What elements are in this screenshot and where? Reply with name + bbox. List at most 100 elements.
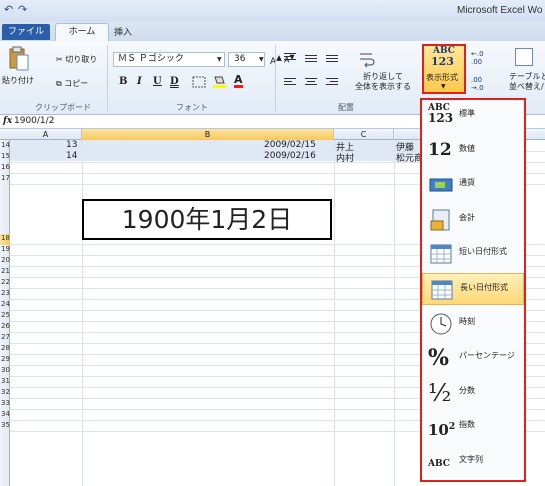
menu-item-short-date[interactable]: 短い日付形式	[422, 238, 524, 270]
exponent-glyph: 2	[448, 422, 456, 432]
row-header-26[interactable]: 26	[0, 322, 10, 330]
font-name-select[interactable]: ＭＳ Ｐゴシック	[113, 52, 225, 67]
group-separator	[275, 45, 276, 111]
digits-glyph: 123	[428, 111, 454, 125]
wrap-text-button[interactable]: 折り返して 全体を表示する	[355, 72, 411, 92]
font-color-icon[interactable]: A	[234, 74, 243, 88]
menu-item-percent[interactable]: % パーセンテージ	[422, 342, 524, 374]
font-group-label: フォント	[176, 103, 208, 112]
menu-item-label: 数値	[459, 144, 475, 153]
menu-item-general-format[interactable]: ABC 123 標準	[422, 100, 524, 132]
cell-a15[interactable]: 14	[66, 151, 77, 161]
tab-insert[interactable]: 挿入	[114, 25, 132, 38]
menu-item-label: 標準	[459, 109, 475, 118]
italic-button[interactable]: I	[137, 76, 142, 87]
row-header-31[interactable]: 31	[0, 377, 10, 385]
chevron-down-icon: ▼	[441, 83, 446, 90]
menu-item-label: 文字列	[459, 455, 483, 464]
row-header-22[interactable]: 22	[0, 278, 10, 286]
number-format-icon: 12	[428, 138, 454, 164]
align-left-icon[interactable]	[284, 78, 296, 88]
digits-glyph: 12	[428, 140, 452, 160]
menu-item-accounting-format[interactable]: 会計	[422, 204, 524, 236]
fraction-glyph: ½	[428, 379, 452, 407]
bold-button[interactable]: B	[119, 76, 127, 87]
column-header-b[interactable]: B	[82, 129, 334, 140]
table-icon[interactable]	[515, 48, 533, 66]
fill-color-icon[interactable]	[212, 75, 228, 89]
formula-input[interactable]: 1900/1/2	[14, 116, 54, 126]
table-label-line1: テーブルと	[509, 72, 545, 81]
paste-icon[interactable]	[8, 46, 30, 72]
row-header-27[interactable]: 27	[0, 333, 10, 341]
selected-cell-b18[interactable]: 1900年1月2日	[82, 199, 332, 240]
row-header-15[interactable]: 15	[0, 152, 10, 160]
row-header-33[interactable]: 33	[0, 399, 10, 407]
base-glyph: 10	[428, 421, 449, 439]
menu-item-currency-format[interactable]: 通貨	[422, 169, 524, 201]
tab-home[interactable]: ホーム	[55, 23, 109, 42]
row-header-19[interactable]: 19	[0, 245, 10, 253]
align-top-icon[interactable]	[284, 53, 296, 63]
number-format-label: 表示形式	[426, 73, 458, 82]
menu-item-text-format[interactable]: ABC 文字列	[422, 446, 524, 478]
row-header-17[interactable]: 17	[0, 174, 10, 182]
number-format-123-text: 123	[431, 55, 454, 68]
column-header-a[interactable]: A	[10, 129, 82, 140]
cell-a14[interactable]: 13	[66, 140, 77, 150]
menu-item-long-date[interactable]: 長い日付形式	[422, 273, 524, 305]
chevron-down-icon[interactable]: ▼	[259, 52, 264, 67]
menu-item-label: 通貨	[459, 178, 475, 187]
increase-decimal-icon[interactable]: ←.0.00	[471, 50, 484, 66]
wrap-text-icon[interactable]	[358, 50, 376, 68]
align-right-icon[interactable]	[326, 78, 338, 88]
row-header-20[interactable]: 20	[0, 256, 10, 264]
row-header-21[interactable]: 21	[0, 267, 10, 275]
menu-item-scientific[interactable]: 102 指数	[422, 411, 524, 443]
row-header-32[interactable]: 32	[0, 388, 10, 396]
row-header-29[interactable]: 29	[0, 355, 10, 363]
app-title: Microsoft Excel Wo	[457, 5, 543, 16]
row-header-24[interactable]: 24	[0, 300, 10, 308]
menu-item-fraction[interactable]: ½ 分数	[422, 377, 524, 409]
clipboard-group-label: クリップボード	[35, 103, 91, 112]
chevron-down-icon[interactable]: ▼	[217, 52, 225, 67]
clock-icon	[428, 311, 454, 337]
cut-button[interactable]: ✂ 切り取り	[56, 54, 97, 65]
copy-button[interactable]: ⧉ コピー	[56, 78, 88, 89]
cell-d15[interactable]: 松元商	[396, 151, 423, 164]
undo-icon[interactable]: ↶	[4, 4, 16, 16]
menu-item-clock[interactable]: 時刻	[422, 308, 524, 340]
cell-b14[interactable]: 2009/02/15	[264, 140, 316, 150]
row-header-23[interactable]: 23	[0, 289, 10, 297]
row-header-18[interactable]: 18	[0, 234, 10, 245]
align-bottom-icon[interactable]	[326, 55, 338, 65]
wrap-label-line1: 折り返して	[363, 72, 403, 81]
border-icon[interactable]	[192, 76, 206, 88]
column-header-c[interactable]: C	[334, 129, 394, 140]
row-header-14[interactable]: 14	[0, 141, 10, 149]
row-header-25[interactable]: 25	[0, 311, 10, 319]
menu-item-label: 指数	[459, 420, 475, 429]
menu-item-number-format[interactable]: 12 数値	[422, 135, 524, 167]
menu-item-label: 短い日付形式	[459, 247, 507, 256]
double-underline-button[interactable]: D	[170, 76, 179, 87]
row-header-16[interactable]: 16	[0, 163, 10, 171]
row-header-34[interactable]: 34	[0, 410, 10, 418]
decrease-decimal-icon[interactable]: .00 →.0	[471, 76, 484, 92]
row-header-28[interactable]: 28	[0, 344, 10, 352]
sort-filter-button[interactable]: テーブルと並べ替え/フ	[509, 72, 545, 92]
align-middle-icon[interactable]	[305, 55, 317, 65]
paste-button[interactable]: 貼り付け	[2, 75, 34, 86]
abc-glyph: ABC	[428, 459, 450, 469]
fx-icon[interactable]: fx	[3, 116, 12, 126]
align-center-icon[interactable]	[305, 78, 317, 88]
cell-b15[interactable]: 2009/02/16	[264, 151, 316, 161]
tab-file[interactable]: ファイル	[2, 24, 50, 40]
underline-button[interactable]: U	[153, 76, 162, 87]
long-date-icon	[429, 277, 455, 303]
cell-c15[interactable]: 内村	[336, 151, 354, 164]
row-header-35[interactable]: 35	[0, 421, 10, 429]
row-header-30[interactable]: 30	[0, 366, 10, 374]
redo-icon[interactable]: ↷	[18, 4, 30, 16]
